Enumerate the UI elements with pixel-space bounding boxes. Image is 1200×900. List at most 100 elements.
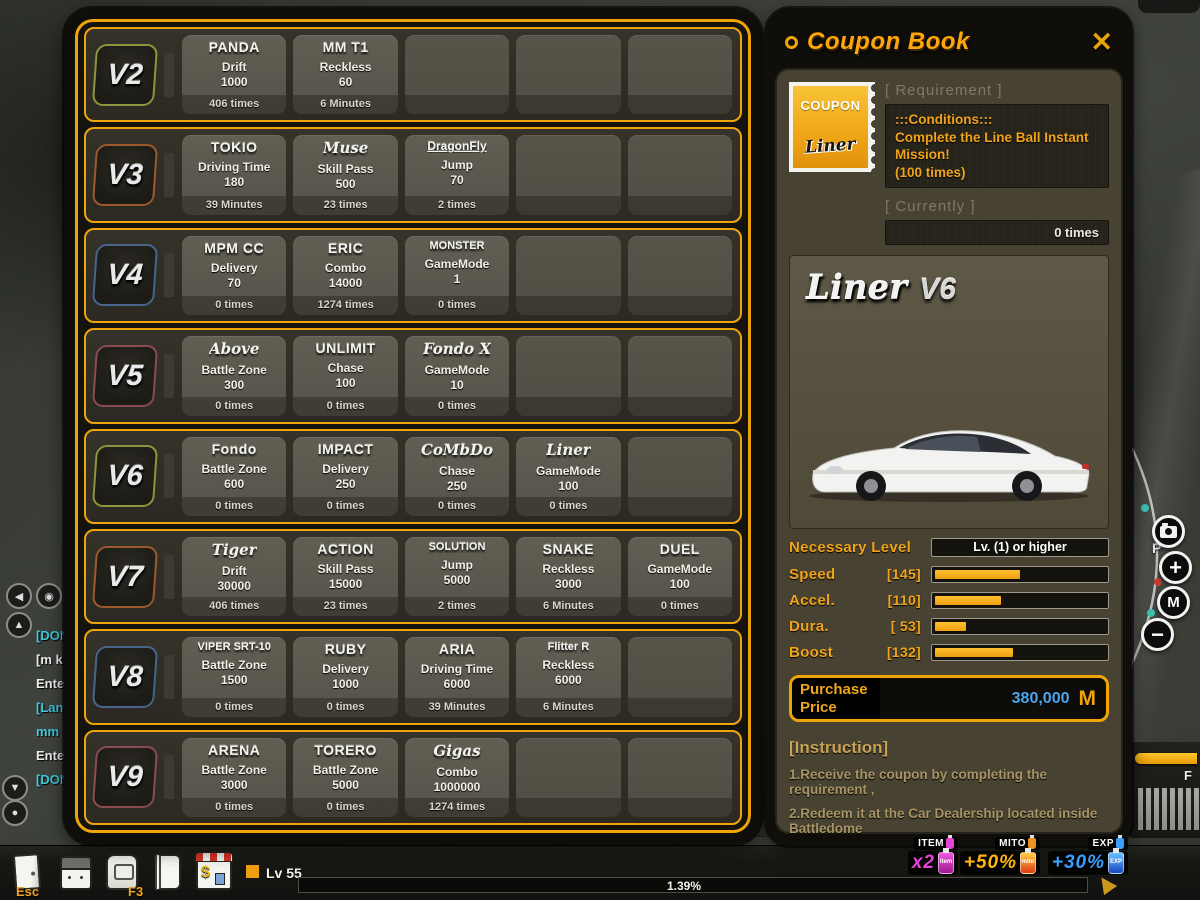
coupon-card[interactable]: PANDADrift1000406 times — [182, 35, 286, 114]
chat-up-icon[interactable]: ▲ — [6, 612, 32, 638]
coupon-card-progress: 0 times — [182, 397, 286, 416]
tier-badge[interactable]: V7 — [92, 546, 158, 608]
conditions-line: Complete the Line Ball Instant — [895, 129, 1099, 147]
chat-line: [m k — [36, 652, 64, 667]
mission-grid: V2 PANDADrift1000406 timesMM T1Reckless60… — [75, 19, 751, 833]
coupon-card[interactable]: CoMbDoChase2500 times — [405, 437, 509, 516]
chat-down-icon[interactable]: ▼ — [2, 775, 28, 801]
avatar-icon[interactable] — [60, 856, 92, 890]
coupon-card-goal: 250 — [336, 477, 356, 491]
coupon-card-title: ACTION — [317, 541, 374, 557]
necessary-level-label: Necessary Level — [789, 539, 931, 556]
coupon-card[interactable]: VIPER SRT-10Battle Zone15000 times — [182, 637, 286, 716]
map-mode-button[interactable]: M — [1157, 586, 1190, 619]
mito-boost-value: +50% — [964, 852, 1017, 874]
coupon-card-progress: 0 times — [182, 497, 286, 516]
coupon-card[interactable]: ERICCombo140001274 times — [293, 236, 397, 315]
tier-badge[interactable]: V5 — [92, 345, 158, 407]
coupon-card[interactable]: Flitter RReckless60006 Minutes — [516, 637, 620, 716]
coupon-card-title: MPM CC — [204, 240, 264, 256]
mito-bottle-icon: mito — [1020, 852, 1036, 874]
coupon-card[interactable]: MONSTERGameMode10 times — [405, 236, 509, 315]
level-square-icon — [246, 865, 259, 878]
chat-record-icon[interactable]: ◉ — [36, 583, 62, 609]
coupon-card[interactable]: FondoBattle Zone6000 times — [182, 437, 286, 516]
currently-value: 0 times — [885, 220, 1109, 245]
coupon-card[interactable]: LinerGameMode1000 times — [516, 437, 620, 516]
coupon-book-body: COUPON Liner [ Requirement ] :::Conditio… — [775, 68, 1123, 834]
exp-progress-bar: 1.39% — [298, 877, 1088, 893]
necessary-level-value: Lv. (1) or higher — [931, 538, 1109, 557]
coupon-card[interactable]: ARIADriving Time600039 Minutes — [405, 637, 509, 716]
coupon-card-goal: 100 — [558, 479, 578, 493]
tier-row-v2: V2 PANDADrift1000406 timesMM T1Reckless60… — [84, 27, 742, 122]
coupon-card[interactable]: ACTIONSkill Pass1500023 times — [293, 537, 397, 616]
coupon-card[interactable]: DragonFlyJump702 times — [405, 135, 509, 214]
conditions-line: Mission! — [895, 146, 1099, 164]
tier-badge[interactable]: V9 — [92, 746, 158, 808]
coupon-card[interactable]: Fondo XGameMode100 times — [405, 336, 509, 415]
coupon-card-progress: 2 times — [405, 196, 509, 215]
coupon-card-goal: 70 — [450, 173, 463, 187]
chat-prev-icon[interactable]: ◀ — [6, 583, 32, 609]
zoom-in-button[interactable]: + — [1159, 551, 1192, 584]
coupon-card-title: IMPACT — [318, 441, 374, 457]
empty-slot — [628, 35, 732, 114]
purchase-price-label: Purchase Price — [792, 678, 880, 719]
coupon-card[interactable]: MM T1Reckless606 Minutes — [293, 35, 397, 114]
coupon-card[interactable]: TigerDrift30000406 times — [182, 537, 286, 616]
coupon-card[interactable]: MPM CCDelivery700 times — [182, 236, 286, 315]
coupon-card-mode: Combo — [436, 765, 477, 779]
coupon-card-mode: Battle Zone — [313, 763, 378, 777]
zoom-out-button[interactable]: − — [1141, 618, 1174, 651]
coupon-card[interactable]: AboveBattle Zone3000 times — [182, 336, 286, 415]
camera-button[interactable] — [1152, 515, 1185, 548]
coupon-card[interactable]: TOKIODriving Time18039 Minutes — [182, 135, 286, 214]
close-button[interactable]: ✕ — [1090, 29, 1113, 56]
coupon-card-mode: Driving Time — [421, 662, 493, 676]
chat-line: mm — [36, 724, 64, 739]
coupon-card-title: TORERO — [314, 742, 377, 758]
coupon-card-progress: 0 times — [182, 798, 286, 817]
chat-dot-icon[interactable]: ● — [2, 800, 28, 826]
requirement-label: [ Requirement ] — [885, 82, 1109, 99]
coupon-card[interactable]: UNLIMITChase1000 times — [293, 336, 397, 415]
tier-badge[interactable]: V8 — [92, 646, 158, 708]
chat-line: [DON — [36, 628, 64, 643]
tier-badge[interactable]: V6 — [92, 445, 158, 507]
gauge-segment — [1186, 788, 1191, 830]
gauge-segment — [1178, 788, 1183, 830]
coupon-card[interactable]: SOLUTIONJump50002 times — [405, 537, 509, 616]
coupon-card-progress: 0 times — [293, 497, 397, 516]
gauge-segment — [1154, 788, 1159, 830]
coupon-card[interactable]: ARENABattle Zone30000 times — [182, 738, 286, 817]
coupon-card-goal: 10 — [450, 378, 463, 392]
empty-slot — [516, 336, 620, 415]
item-bottle-icon: item — [938, 852, 954, 874]
tier-badge[interactable]: V2 — [92, 44, 158, 106]
exp-boost-badge: EXP +30%EXP — [1048, 837, 1128, 875]
coupon-card[interactable]: MuseSkill Pass50023 times — [293, 135, 397, 214]
coupon-card[interactable]: RUBYDelivery10000 times — [293, 637, 397, 716]
shop-icon[interactable]: $ — [196, 856, 232, 890]
notebook-icon[interactable] — [155, 854, 181, 890]
tier-badge[interactable]: V4 — [92, 244, 158, 306]
coupon-card[interactable]: DUELGameMode1000 times — [628, 537, 732, 616]
coupon-card[interactable]: GigasCombo10000001274 times — [405, 738, 509, 817]
empty-slot — [516, 738, 620, 817]
coupon-card-progress: 1274 times — [405, 798, 509, 817]
coupon-card-title: MM T1 — [323, 39, 369, 55]
plus-icon: + — [1169, 555, 1182, 581]
coupon-card[interactable]: IMPACTDelivery2500 times — [293, 437, 397, 516]
top-hotbar-slot — [1138, 0, 1200, 13]
coupon-card[interactable]: TOREROBattle Zone50000 times — [293, 738, 397, 817]
stat-fill — [935, 622, 966, 631]
tier-tab — [164, 53, 174, 97]
coupon-card-progress: 2 times — [405, 597, 509, 616]
coupon-card-progress: 23 times — [293, 597, 397, 616]
car-image — [799, 412, 1099, 504]
coupon-card-progress — [516, 95, 620, 114]
tier-badge[interactable]: V3 — [92, 144, 158, 206]
coupon-card[interactable]: SNAKEReckless30006 Minutes — [516, 537, 620, 616]
stamp-top-text: COUPON — [800, 98, 860, 113]
